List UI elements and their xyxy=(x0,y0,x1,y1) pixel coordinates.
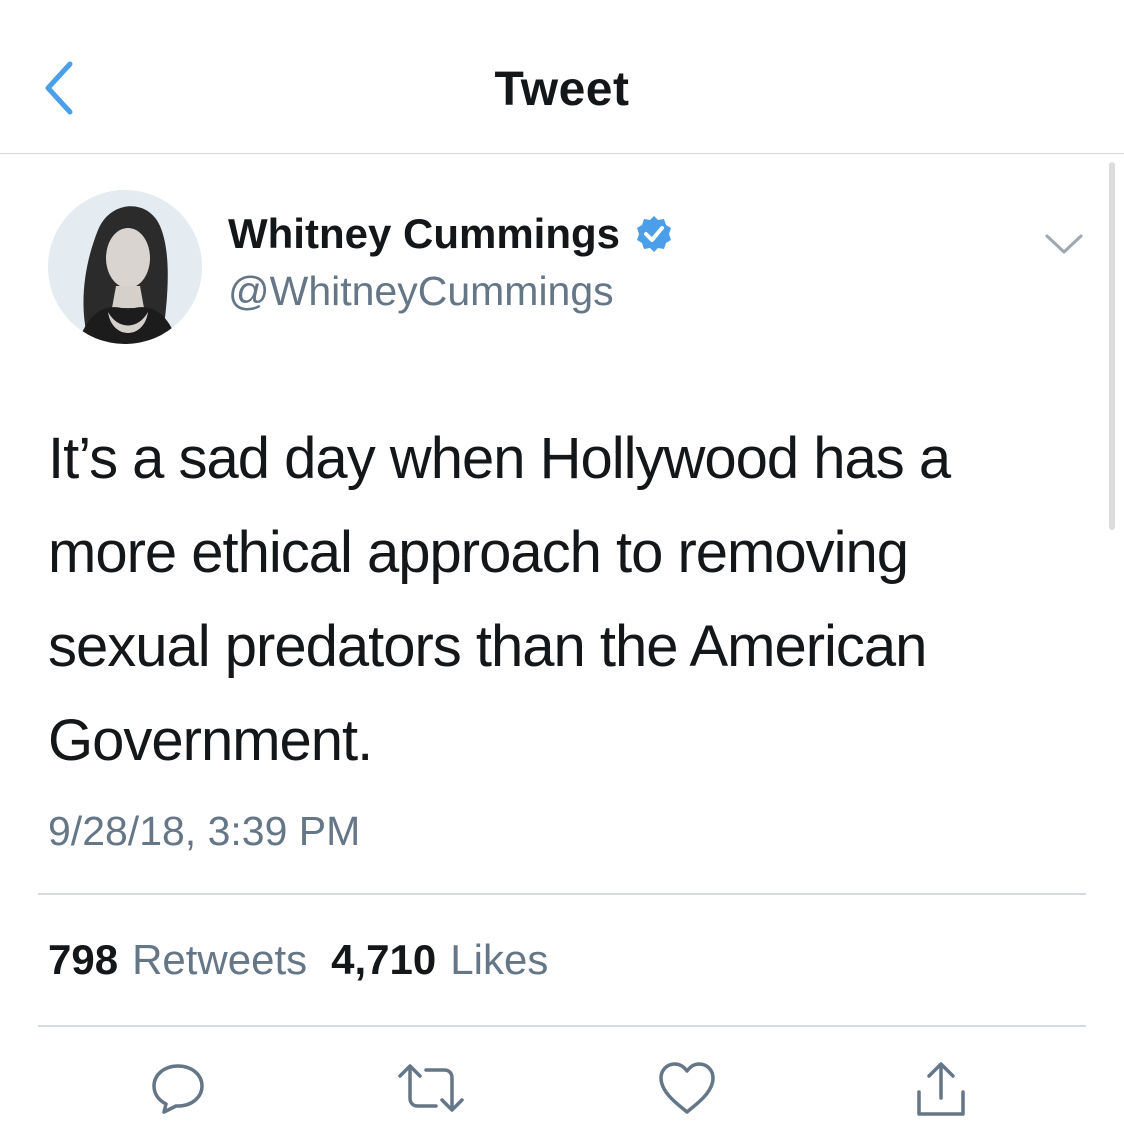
navigation-bar: Tweet xyxy=(0,0,1124,154)
chevron-down-icon xyxy=(1045,234,1083,254)
verified-badge-icon xyxy=(634,214,674,254)
tweet-stats: 798 Retweets 4,710 Likes xyxy=(48,936,548,984)
page-title: Tweet xyxy=(494,63,630,116)
likes-count: 4,710 xyxy=(331,936,437,983)
author-display-name[interactable]: Whitney Cummings xyxy=(228,210,620,258)
like-icon xyxy=(659,1062,715,1114)
tweet-timestamp: 9/28/18, 3:39 PM xyxy=(48,808,361,854)
avatar-portrait xyxy=(48,190,202,344)
retweets-count: 798 xyxy=(48,936,119,983)
retweet-icon xyxy=(398,1064,464,1112)
author-handle[interactable]: @WhitneyCummings xyxy=(228,268,614,315)
reply-button[interactable] xyxy=(143,1060,213,1124)
likes-stat[interactable]: 4,710 Likes xyxy=(331,936,548,984)
like-button[interactable] xyxy=(652,1060,722,1124)
author-name-row[interactable]: Whitney Cummings xyxy=(228,210,674,258)
reply-icon xyxy=(152,1064,204,1114)
tweet-menu-button[interactable] xyxy=(1040,222,1088,266)
avatar[interactable] xyxy=(48,190,202,344)
tweet-text: It’s a sad day when Hollywood has a more… xyxy=(48,426,951,773)
share-icon xyxy=(917,1062,965,1116)
divider xyxy=(38,893,1086,895)
likes-label: Likes xyxy=(450,936,549,983)
retweet-button[interactable] xyxy=(396,1060,466,1124)
retweets-label: Retweets xyxy=(132,936,308,983)
divider xyxy=(38,1025,1086,1027)
scrollbar[interactable] xyxy=(1109,162,1115,530)
retweets-stat[interactable]: 798 Retweets xyxy=(48,936,307,984)
share-button[interactable] xyxy=(906,1060,976,1124)
